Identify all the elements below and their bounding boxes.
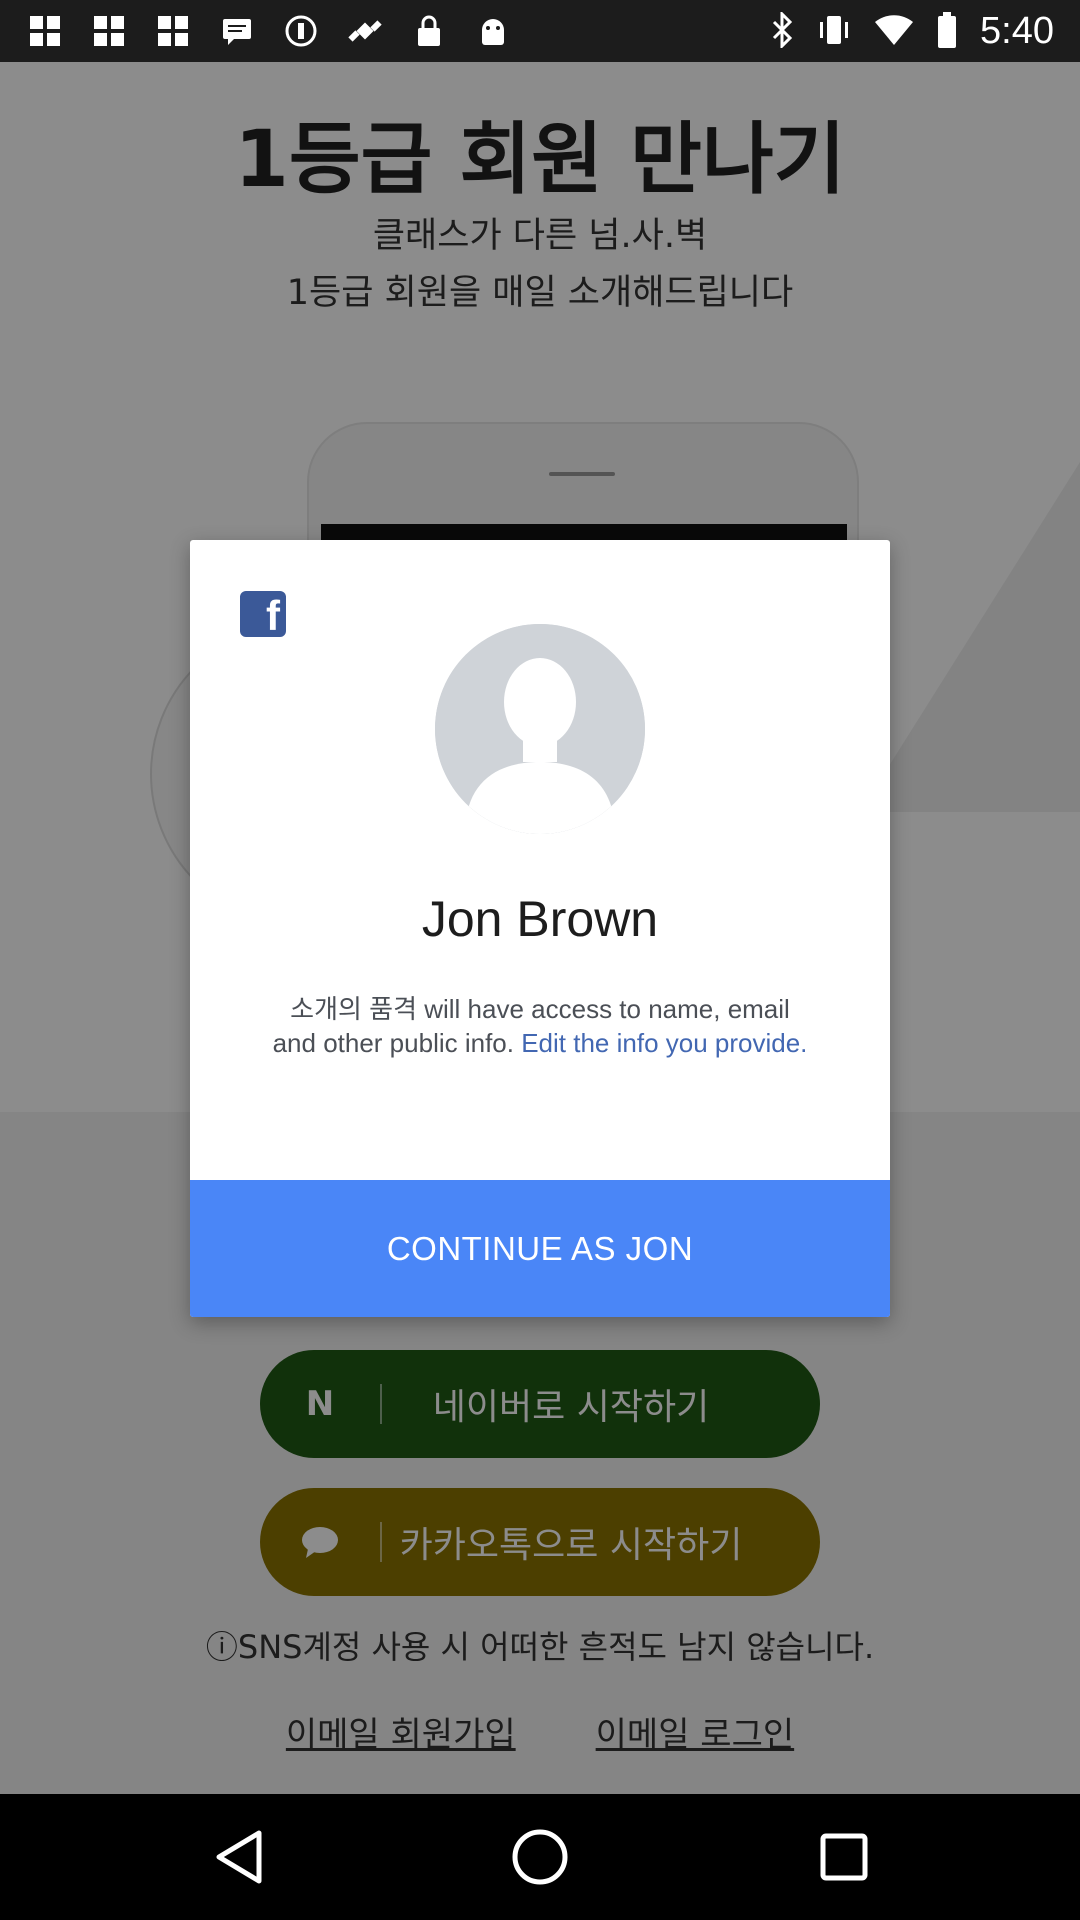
back-icon[interactable] (210, 1827, 270, 1887)
recents-icon[interactable] (814, 1827, 874, 1887)
default-profile-icon (435, 624, 645, 834)
bluetooth-icon (770, 9, 794, 52)
grid-icon (26, 12, 64, 50)
grid-icon (90, 12, 128, 50)
lock-icon (410, 12, 448, 50)
message-icon (218, 12, 256, 50)
block-icon (282, 12, 320, 50)
permission-text: 소개의 품격 will have access to name, email a… (270, 992, 810, 1060)
facebook-logo-icon: f (240, 591, 286, 637)
user-name: Jon Brown (421, 891, 659, 947)
android-icon (474, 12, 512, 50)
edit-info-link[interactable]: Edit the info you provide. (521, 1028, 807, 1058)
navigation-bar (0, 1794, 1080, 1920)
clock: 5:40 (980, 10, 1054, 52)
satellite-icon (346, 12, 384, 50)
status-right: 5:40 (770, 9, 1054, 53)
facebook-login-dialog: f Jon Brown 소개의 품격 will have access to n… (190, 540, 890, 1317)
status-bar: 5:40 (0, 0, 1080, 62)
wifi-icon (874, 13, 914, 51)
battery-icon (936, 11, 958, 53)
vibrate-icon (816, 12, 852, 52)
home-icon[interactable] (510, 1827, 570, 1887)
continue-button[interactable]: CONTINUE AS JON (190, 1180, 890, 1317)
avatar (435, 624, 645, 834)
status-left-icons (26, 12, 512, 50)
grid-icon (154, 12, 192, 50)
